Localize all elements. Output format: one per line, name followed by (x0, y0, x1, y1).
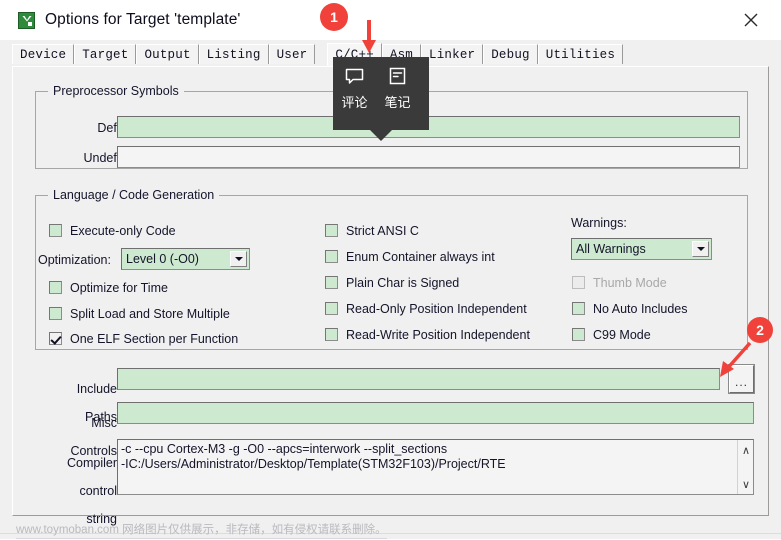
label-optimize-for-time: Optimize for Time (70, 281, 168, 295)
language-code-generation-title: Language / Code Generation (48, 188, 220, 202)
undefine-input[interactable] (117, 146, 740, 168)
context-tooltip: 评论 笔记 (333, 57, 429, 141)
close-icon[interactable] (729, 0, 773, 40)
tab-list: Device Target Output Listing User C/C++ … (12, 43, 624, 67)
options-dialog: Options for Target 'template' Device Tar… (0, 0, 781, 539)
checkbox-one-elf-section-per-function[interactable] (49, 332, 62, 345)
optimization-select-value: Level 0 (-O0) (126, 252, 199, 266)
misc-controls-label-line1: Misc (91, 416, 117, 430)
note-document-icon (389, 65, 406, 87)
optimization-label: Optimization: (38, 253, 111, 267)
compiler-control-string-textarea[interactable]: -c --cpu Cortex-M3 -g -O0 --apcs=interwo… (117, 439, 754, 495)
compiler-textarea-scrollbar[interactable]: ∧ ∨ (737, 440, 753, 494)
preprocessor-symbols-title: Preprocessor Symbols (48, 84, 184, 98)
label-plain-char-is-signed: Plain Char is Signed (346, 276, 460, 290)
keil-uvision-icon (18, 11, 35, 29)
compiler-label-line2: control (79, 484, 117, 498)
scroll-up-icon[interactable]: ∧ (738, 442, 753, 458)
label-read-write-position-independent: Read-Write Position Independent (346, 328, 530, 342)
checkbox-plain-char-is-signed[interactable] (325, 276, 338, 289)
include-paths-label-line1: Include (76, 382, 117, 396)
label-execute-only-code: Execute-only Code (70, 224, 176, 238)
checkbox-strict-ansi-c[interactable] (325, 224, 338, 237)
tooltip-item-notes[interactable]: 笔记 (376, 65, 419, 124)
watermark-text: www.toymoban.com 网络图片仅供展示，非存储，如有侵权请联系删除。 (16, 521, 387, 539)
label-one-elf-section-per-function: One ELF Section per Function (70, 332, 239, 346)
language-code-generation-group: Language / Code Generation (35, 188, 748, 350)
window-title: Options for Target 'template' (45, 11, 241, 28)
compiler-label-line1: Compiler (66, 456, 117, 470)
checkbox-enum-container-always-int[interactable] (325, 250, 338, 263)
annotation-badge-1: 1 (320, 3, 348, 31)
warnings-select-value: All Warnings (576, 242, 646, 256)
tooltip-label-notes: 笔记 (384, 95, 411, 110)
include-paths-input[interactable] (117, 368, 720, 390)
tab-target[interactable]: Target (74, 44, 137, 64)
scroll-down-icon[interactable]: ∨ (738, 476, 753, 492)
label-split-load-and-store-multiple: Split Load and Store Multiple (70, 307, 230, 321)
tab-linker[interactable]: Linker (421, 44, 484, 64)
annotation-badge-2: 2 (747, 317, 773, 343)
tab-listing[interactable]: Listing (198, 44, 269, 64)
tooltip-item-comment[interactable]: 评论 (333, 65, 376, 124)
warnings-label: Warnings: (571, 216, 627, 230)
comment-bubble-icon (345, 65, 364, 87)
label-read-only-position-independent: Read-Only Position Independent (346, 302, 527, 316)
checkbox-execute-only-code[interactable] (49, 224, 62, 237)
optimization-select[interactable]: Level 0 (-O0) (121, 248, 250, 270)
include-paths-browse-button[interactable]: ... (728, 364, 755, 394)
misc-controls-input[interactable] (117, 402, 754, 424)
checkbox-no-auto-includes[interactable] (572, 302, 585, 315)
label-no-auto-includes: No Auto Includes (593, 302, 688, 316)
title-bar: Options for Target 'template' (0, 0, 781, 40)
tab-user[interactable]: User (268, 44, 316, 64)
tab-output[interactable]: Output (136, 44, 199, 64)
tab-device[interactable]: Device (12, 44, 75, 64)
tab-utilities[interactable]: Utilities (537, 44, 624, 64)
chevron-down-icon[interactable] (692, 241, 709, 257)
compiler-control-string-value: -c --cpu Cortex-M3 -g -O0 --apcs=interwo… (121, 442, 506, 471)
checkbox-thumb-mode (572, 276, 585, 289)
label-strict-ansi-c: Strict ANSI C (346, 224, 419, 238)
label-thumb-mode: Thumb Mode (593, 276, 667, 290)
label-enum-container-always-int: Enum Container always int (346, 250, 495, 264)
checkbox-read-only-position-independent[interactable] (325, 302, 338, 315)
label-c99-mode: C99 Mode (593, 328, 651, 342)
warnings-select[interactable]: All Warnings (571, 238, 712, 260)
checkbox-optimize-for-time[interactable] (49, 281, 62, 294)
checkbox-split-load-and-store-multiple[interactable] (49, 307, 62, 320)
tab-debug[interactable]: Debug (483, 44, 538, 64)
checkbox-read-write-position-independent[interactable] (325, 328, 338, 341)
chevron-down-icon[interactable] (230, 251, 247, 267)
tooltip-label-comment: 评论 (341, 95, 368, 110)
checkbox-c99-mode[interactable] (572, 328, 585, 341)
